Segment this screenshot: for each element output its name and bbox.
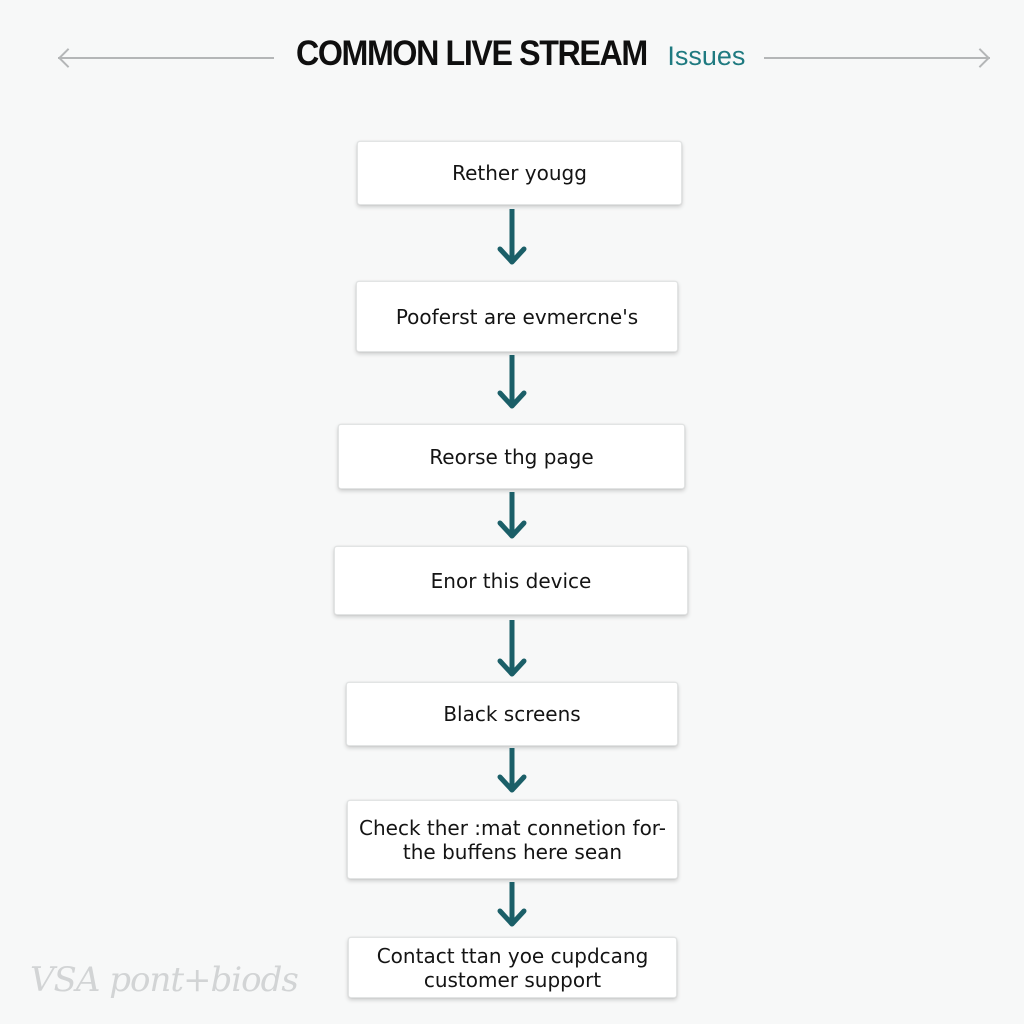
page-title: COMMON LIVE STREAM Issues — [296, 34, 756, 82]
flow-step-1: Rether yougg — [357, 141, 682, 205]
flow-step-7: Contact ttan yoe cupdcang customer suppo… — [348, 937, 677, 998]
title-main: COMMON LIVE STREAM — [296, 34, 648, 73]
down-arrow-icon — [492, 746, 532, 796]
title-accent: Issues — [667, 41, 746, 71]
watermark: VSA pont+biods — [30, 960, 299, 1000]
down-arrow-icon — [492, 207, 532, 269]
down-arrow-icon — [492, 880, 532, 930]
down-arrow-icon — [492, 353, 532, 413]
flow-step-6: Check ther :mat connetion for- the buffe… — [347, 800, 678, 879]
flow-step-4: Enor this device — [334, 546, 688, 615]
flow-step-label: Contact ttan yoe cupdcang customer suppo… — [376, 943, 649, 992]
down-arrow-icon — [492, 490, 532, 542]
left-arrow-icon — [58, 48, 78, 68]
flow-step-label: Enor this device — [430, 568, 592, 593]
header-line-left — [58, 57, 274, 59]
flow-step-5: Black screens — [346, 682, 678, 746]
flow-step-label: Check ther :mat connetion for- the buffe… — [359, 815, 666, 864]
flow-step-label: Black screens — [443, 702, 581, 726]
header-line-right — [764, 57, 990, 59]
flow-step-3: Reorse thg page — [338, 424, 685, 489]
flow-step-2: Pooferst are evmercne's — [356, 281, 678, 352]
flow-step-label: Pooferst are evmercne's — [395, 304, 639, 329]
header: COMMON LIVE STREAM Issues — [0, 0, 1024, 110]
flow-step-label: Rether yougg — [452, 161, 587, 185]
right-arrow-icon — [970, 48, 990, 68]
down-arrow-icon — [492, 618, 532, 680]
flow-step-label: Reorse thg page — [429, 444, 594, 469]
